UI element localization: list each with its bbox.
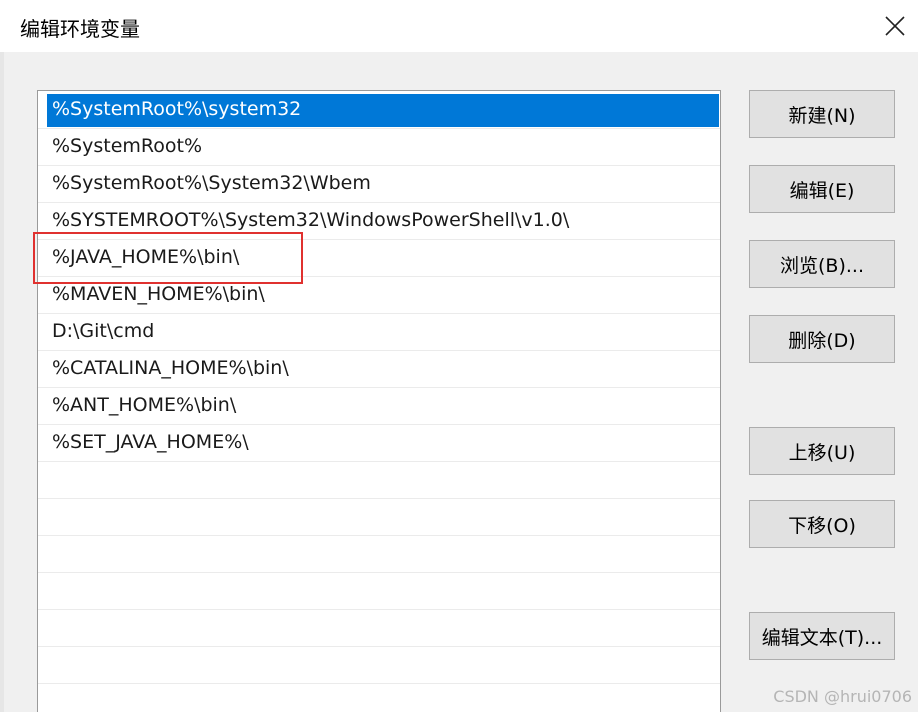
path-list-item[interactable]: %CATALINA_HOME%\bin\ [38,351,720,388]
path-list-item[interactable]: %JAVA_HOME%\bin\ [38,240,720,277]
path-list-item-text: %JAVA_HOME%\bin\ [52,246,240,268]
delete-button[interactable]: 删除(D) [749,315,895,363]
path-list-empty-row[interactable] [38,684,720,712]
path-list-item-text: %SYSTEMROOT%\System32\WindowsPowerShell\… [52,209,570,231]
path-list-item-text: %SystemRoot%\System32\Wbem [52,172,371,194]
path-list-item[interactable]: %SET_JAVA_HOME%\ [38,425,720,462]
path-list-item[interactable]: %SystemRoot%\System32\Wbem [38,166,720,203]
close-button[interactable] [872,0,918,52]
path-list-item-text: %SET_JAVA_HOME%\ [52,431,249,453]
path-list-item-text: %MAVEN_HOME%\bin\ [52,283,265,305]
path-list-empty-row[interactable] [38,610,720,647]
path-list-empty-row[interactable] [38,573,720,610]
browse-button[interactable]: 浏览(B)... [749,240,895,288]
path-list-item-text: %SystemRoot% [52,135,203,157]
close-icon [885,16,905,36]
path-list-item[interactable]: %MAVEN_HOME%\bin\ [38,277,720,314]
window-edge [0,52,4,712]
path-list-empty-row[interactable] [38,536,720,573]
move-down-button[interactable]: 下移(O) [749,500,895,548]
edit-button[interactable]: 编辑(E) [749,165,895,213]
path-list-item[interactable]: %SystemRoot% [38,129,720,166]
move-up-button[interactable]: 上移(U) [749,427,895,475]
path-list-item-text: %SystemRoot%\system32 [52,98,302,120]
path-list-item[interactable]: D:\Git\cmd [38,314,720,351]
path-list-item[interactable]: %SYSTEMROOT%\System32\WindowsPowerShell\… [38,203,720,240]
path-list-empty-row[interactable] [38,499,720,536]
path-list-item-text: %CATALINA_HOME%\bin\ [52,357,289,379]
path-list-empty-row[interactable] [38,647,720,684]
title-bar: 编辑环境变量 [0,0,918,52]
watermark: CSDN @hrui0706 [773,687,912,706]
path-list[interactable]: %SystemRoot%\system32 %SystemRoot% %System… [37,90,721,712]
path-list-item[interactable]: %SystemRoot%\system32 [38,92,720,129]
new-button[interactable]: 新建(N) [749,90,895,138]
path-list-item-text: D:\Git\cmd [52,320,155,342]
path-list-item-text: %ANT_HOME%\bin\ [52,394,237,416]
edit-text-button[interactable]: 编辑文本(T)... [749,612,895,660]
path-list-empty-row[interactable] [38,462,720,499]
path-list-item[interactable]: %ANT_HOME%\bin\ [38,388,720,425]
dialog-title: 编辑环境变量 [20,17,140,41]
